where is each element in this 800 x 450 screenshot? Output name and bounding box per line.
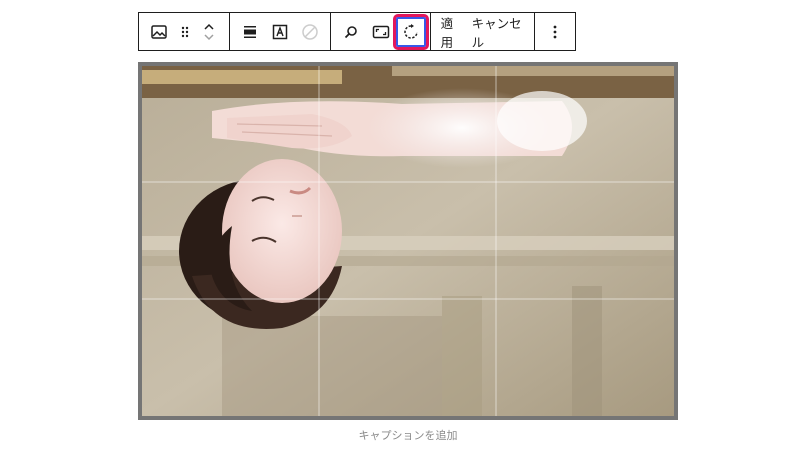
rotated-portrait-photo <box>142 66 674 416</box>
drag-handle[interactable] <box>174 17 196 47</box>
cancel-button[interactable]: キャンセル <box>467 16 529 50</box>
alt-text-icon <box>272 24 287 39</box>
align-button[interactable] <box>235 17 265 47</box>
more-options-icon <box>553 25 557 38</box>
align-wide-icon <box>243 25 256 38</box>
caption-placeholder[interactable]: キャプションを追加 <box>138 427 678 443</box>
block-type-group <box>139 13 230 50</box>
link-disabled-icon <box>301 23 318 40</box>
zoom-button[interactable] <box>336 17 366 47</box>
link-button[interactable] <box>295 17 325 47</box>
move-up-icon[interactable] <box>203 22 215 32</box>
crop-tools-group <box>331 13 431 50</box>
apply-cancel-group: 適用 キャンセル <box>431 13 535 50</box>
rotate-icon <box>403 23 418 39</box>
move-down-icon[interactable] <box>203 32 215 42</box>
alignment-group <box>230 13 331 50</box>
block-toolbar: 適用 キャンセル <box>138 12 576 51</box>
image-crop-area[interactable] <box>138 62 678 420</box>
block-mover <box>196 17 222 47</box>
more-options-button[interactable] <box>540 17 570 47</box>
rotate-button[interactable] <box>392 13 429 50</box>
apply-button[interactable]: 適用 <box>436 16 467 50</box>
image-block-button[interactable] <box>144 17 174 47</box>
aspect-ratio-icon <box>372 25 389 38</box>
image-icon <box>151 24 167 39</box>
options-group <box>535 13 575 50</box>
alt-text-button[interactable] <box>265 17 295 47</box>
aspect-ratio-button[interactable] <box>366 17 396 47</box>
drag-handle-icon <box>181 26 189 37</box>
zoom-icon <box>344 25 357 38</box>
